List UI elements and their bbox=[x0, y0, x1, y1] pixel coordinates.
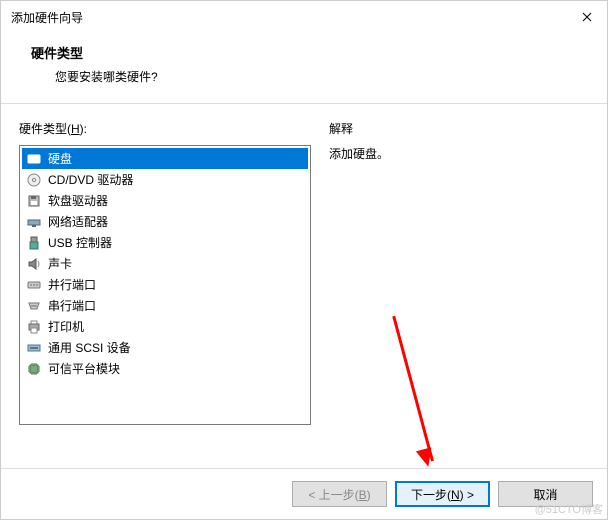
list-item[interactable]: 可信平台模块 bbox=[22, 358, 308, 379]
list-item[interactable]: 串行端口 bbox=[22, 295, 308, 316]
list-item-label: 硬盘 bbox=[48, 150, 72, 167]
button-bar: < 上一步(B) 下一步(N) > 取消 bbox=[1, 468, 607, 519]
dialog-title: 添加硬件向导 bbox=[11, 9, 83, 26]
list-item-label: 软盘驱动器 bbox=[48, 192, 108, 209]
printer-icon bbox=[26, 319, 42, 335]
back-button[interactable]: < 上一步(B) bbox=[292, 481, 387, 507]
network-icon bbox=[26, 214, 42, 230]
watermark: @51CTO博客 bbox=[535, 501, 603, 517]
list-item-label: 通用 SCSI 设备 bbox=[48, 339, 131, 356]
hardware-type-label: 硬件类型(H): bbox=[19, 120, 311, 137]
add-hardware-wizard-dialog: 添加硬件向导 硬件类型 您要安装哪类硬件? 硬件类型(H): 硬盘 CD/DVD … bbox=[0, 0, 608, 520]
hdd-icon bbox=[26, 151, 42, 167]
list-item[interactable]: 并行端口 bbox=[22, 274, 308, 295]
close-icon bbox=[582, 12, 592, 22]
floppy-icon bbox=[26, 193, 42, 209]
list-item-label: 网络适配器 bbox=[48, 213, 108, 230]
list-item[interactable]: 打印机 bbox=[22, 316, 308, 337]
list-item-label: 声卡 bbox=[48, 255, 72, 272]
header-title: 硬件类型 bbox=[31, 43, 577, 62]
list-item-label: CD/DVD 驱动器 bbox=[48, 171, 133, 188]
list-item[interactable]: CD/DVD 驱动器 bbox=[22, 169, 308, 190]
list-item-label: 可信平台模块 bbox=[48, 360, 120, 377]
list-item[interactable]: 通用 SCSI 设备 bbox=[22, 337, 308, 358]
tpm-icon bbox=[26, 361, 42, 377]
explanation-panel: 解释 添加硬盘。 bbox=[329, 120, 589, 458]
explanation-label: 解释 bbox=[329, 120, 589, 137]
content-area: 硬件类型(H): 硬盘 CD/DVD 驱动器软盘驱动器网络适配器 USB 控制器声卡… bbox=[1, 104, 607, 458]
list-item[interactable]: 网络适配器 bbox=[22, 211, 308, 232]
parallel-icon bbox=[26, 277, 42, 293]
list-item[interactable]: 硬盘 bbox=[22, 148, 308, 169]
list-item-label: 并行端口 bbox=[48, 276, 96, 293]
hardware-type-panel: 硬件类型(H): 硬盘 CD/DVD 驱动器软盘驱动器网络适配器 USB 控制器声卡… bbox=[19, 120, 311, 458]
list-item-label: USB 控制器 bbox=[48, 234, 112, 251]
close-button[interactable] bbox=[567, 1, 607, 33]
list-item-label: 串行端口 bbox=[48, 297, 96, 314]
list-item[interactable]: 声卡 bbox=[22, 253, 308, 274]
scsi-icon bbox=[26, 340, 42, 356]
explanation-text: 添加硬盘。 bbox=[329, 145, 589, 162]
next-button[interactable]: 下一步(N) > bbox=[395, 481, 490, 507]
cd-icon bbox=[26, 172, 42, 188]
header: 硬件类型 您要安装哪类硬件? bbox=[1, 33, 607, 103]
serial-icon bbox=[26, 298, 42, 314]
hardware-type-listbox[interactable]: 硬盘 CD/DVD 驱动器软盘驱动器网络适配器 USB 控制器声卡并行端口串行端口打… bbox=[19, 145, 311, 425]
list-item-label: 打印机 bbox=[48, 318, 84, 335]
header-subtitle: 您要安装哪类硬件? bbox=[55, 68, 577, 85]
sound-icon bbox=[26, 256, 42, 272]
usb-icon bbox=[26, 235, 42, 251]
titlebar: 添加硬件向导 bbox=[1, 1, 607, 33]
list-item[interactable]: USB 控制器 bbox=[22, 232, 308, 253]
list-item[interactable]: 软盘驱动器 bbox=[22, 190, 308, 211]
